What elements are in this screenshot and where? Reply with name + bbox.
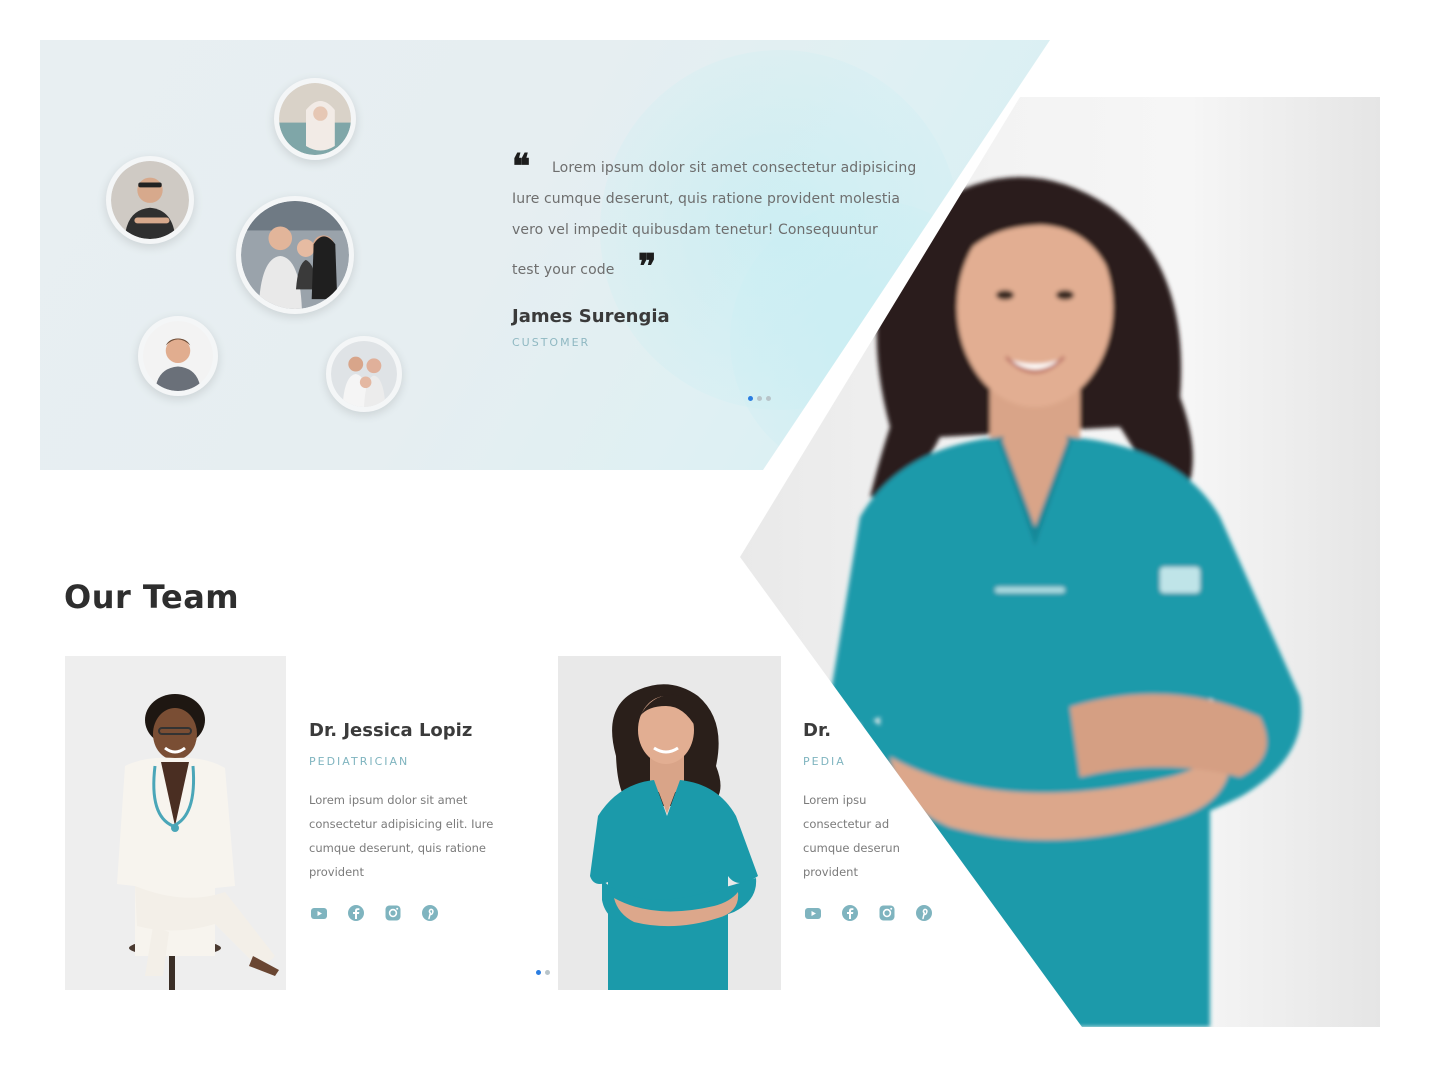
team-member-socials [804,904,933,922]
customer-photo [111,161,189,239]
doctor-photo [558,656,781,990]
testimonial-author-name: James Surengia [512,306,670,327]
team-member-photo[interactable] [65,656,286,990]
customer-photo [241,201,349,309]
close-quote-icon: ❞ [638,247,657,287]
team-member-bio: Lorem ipsum dolor sit amet consectetur a… [309,788,529,884]
team-member-role: PEDIATRICIAN [309,755,410,768]
facebook-icon[interactable] [347,904,365,922]
customer-avatar[interactable] [274,78,356,160]
customer-avatar[interactable] [236,196,354,314]
bio-line: provident [803,865,858,879]
open-quote-icon: ❝ [512,147,531,187]
team-member-name[interactable]: Dr. [803,720,831,741]
bio-line: Lorem ipsum dolor sit amet [309,793,468,807]
bio-line: consectetur ad [803,817,890,831]
slider-dot[interactable] [757,396,762,401]
customer-avatar[interactable] [138,316,218,396]
bio-line: provident [309,865,364,879]
team-member-role: PEDIA [803,755,846,768]
quote-text-line: Iure cumque deserunt, quis ratione provi… [512,191,901,207]
customer-avatar[interactable] [326,336,402,412]
instagram-icon[interactable] [384,904,402,922]
facebook-icon[interactable] [841,904,859,922]
team-section-title: Our Team [64,578,240,616]
team-member-bio: Lorem ipsu consectetur ad cumque deserun… [803,788,923,884]
testimonial-author-role: CUSTOMER [512,336,591,349]
doctor-photo [65,656,286,990]
bio-line: cumque deserunt, quis ratione [309,841,487,855]
slider-dot[interactable] [545,970,550,975]
slider-dot[interactable] [766,396,771,401]
quote-text-line: test your code [512,262,615,278]
slider-dot[interactable] [748,396,753,401]
team-member-socials [310,904,439,922]
team-slider-dots [536,970,550,975]
bio-line: consectetur adipisicing elit. Iure [309,817,494,831]
youtube-icon[interactable] [804,904,822,922]
bio-line: Lorem ipsu [803,793,867,807]
slider-dot[interactable] [536,970,541,975]
customer-photo [331,341,397,407]
team-member-name[interactable]: Dr. Jessica Lopiz [309,720,472,741]
quote-text-line: Lorem ipsum dolor sit amet consectetur a… [552,160,917,176]
pinterest-icon[interactable] [915,904,933,922]
customer-photo [279,83,351,155]
testimonial-slider-dots [748,396,771,401]
team-member-photo[interactable] [558,656,781,990]
customer-photo [143,321,213,391]
youtube-icon[interactable] [310,904,328,922]
instagram-icon[interactable] [878,904,896,922]
bio-line: cumque deserun [803,841,900,855]
customer-avatar[interactable] [106,156,194,244]
pinterest-icon[interactable] [421,904,439,922]
quote-text-line: vero vel impedit quibusdam tenetur! Cons… [512,222,878,238]
